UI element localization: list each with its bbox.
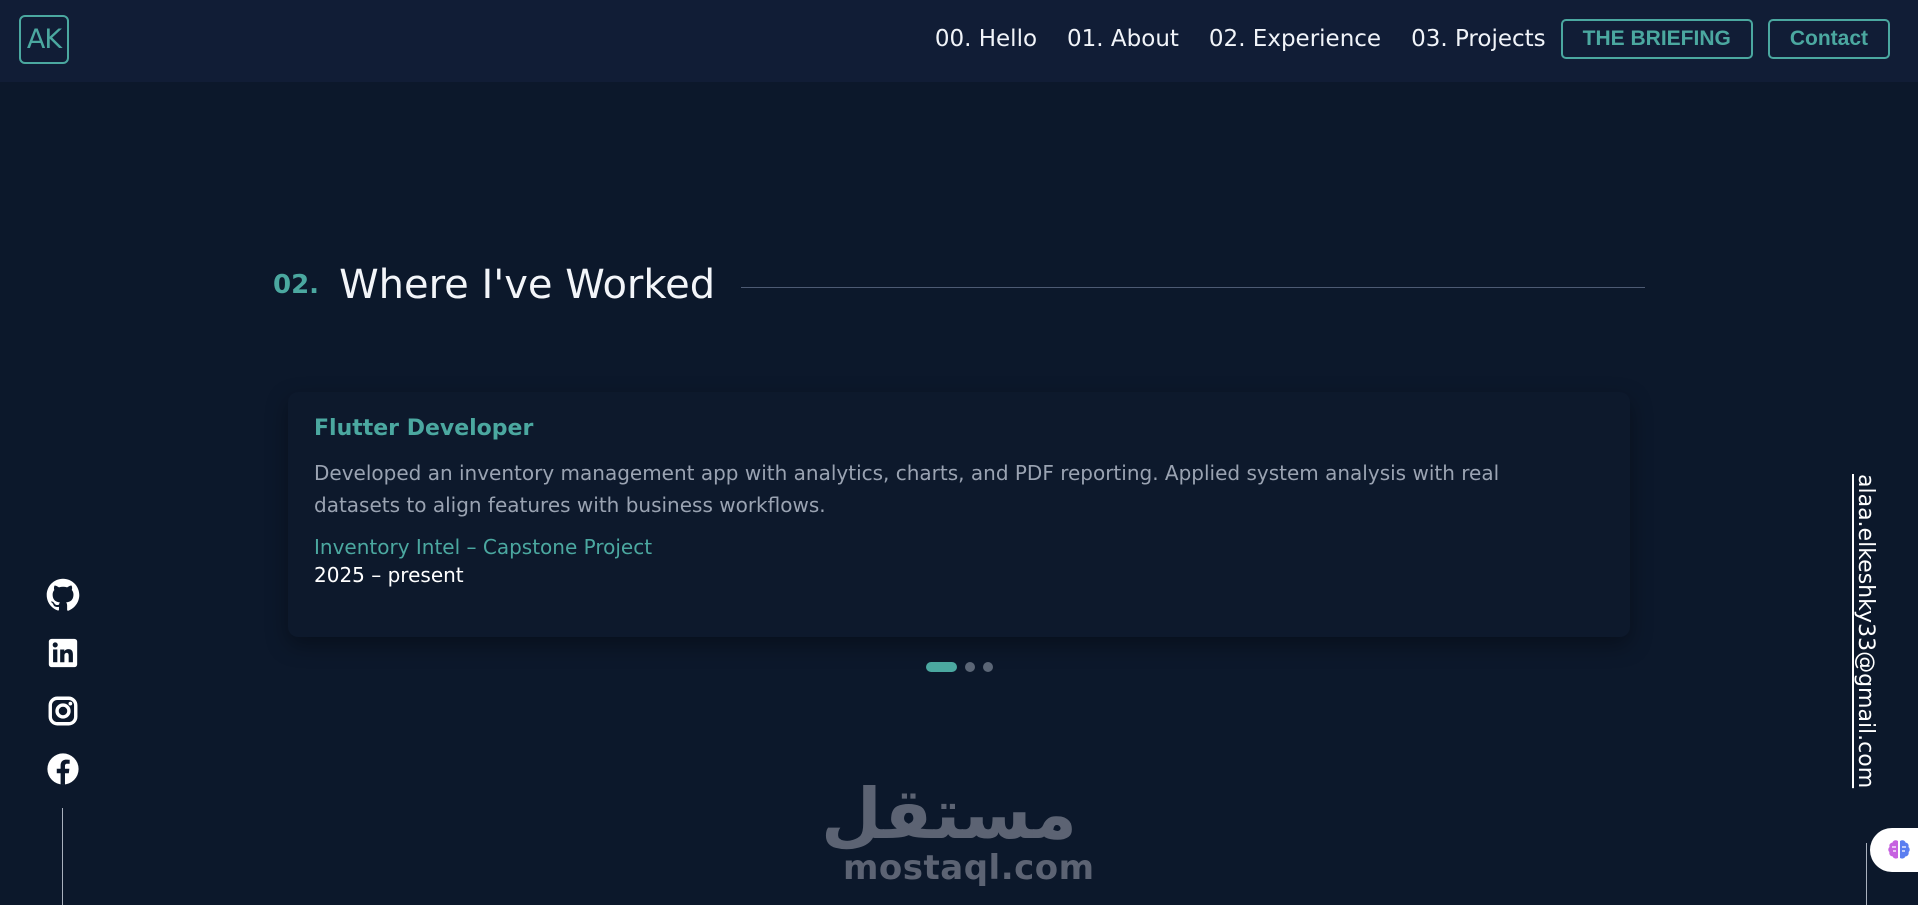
site-header: AK 00. Hello 01. About 02. Experience 03… [0, 0, 1918, 82]
nav-link-about[interactable]: 01. About [1067, 26, 1179, 52]
watermark-arabic-text: مستقل [820, 773, 1077, 855]
email-vertical-line [1866, 843, 1867, 905]
job-company: Inventory Intel – Capstone Project [314, 535, 653, 559]
nav-link-experience[interactable]: 02. Experience [1209, 26, 1381, 52]
facebook-icon[interactable] [46, 752, 80, 786]
section-number: 02. [273, 270, 320, 300]
brain-icon [1888, 840, 1910, 859]
watermark-latin-text: mostaql.com [843, 848, 1095, 888]
email-link[interactable]: alaa.elkeshky33@gmail.com [1852, 474, 1878, 788]
section-title: Where I've Worked [339, 262, 716, 308]
section-divider [741, 286, 1645, 288]
job-description: Developed an inventory management app wi… [314, 461, 1500, 517]
mostaql-watermark: مستقل mostaql.com [820, 773, 1095, 888]
logo[interactable]: AK [19, 15, 69, 64]
briefing-button[interactable]: THE BRIEFING [1560, 19, 1753, 59]
social-links [46, 578, 80, 810]
assistant-button[interactable] [1870, 828, 1918, 872]
section-heading: 02. Where I've Worked [273, 255, 1645, 315]
social-vertical-line [62, 808, 63, 905]
carousel-dots [926, 662, 1001, 672]
github-icon[interactable] [46, 578, 80, 612]
main-nav: 00. Hello 01. About 02. Experience 03. P… [935, 19, 1890, 59]
carousel-dot-3[interactable] [983, 662, 993, 672]
job-dates: 2025 – present [314, 563, 464, 587]
nav-link-projects[interactable]: 03. Projects [1411, 26, 1546, 52]
contact-button[interactable]: Contact [1767, 19, 1890, 59]
carousel-dot-2[interactable] [965, 662, 975, 672]
carousel-dot-1[interactable] [926, 662, 957, 672]
nav-link-hello[interactable]: 00. Hello [935, 26, 1037, 52]
experience-card: Flutter Developer Developed an inventory… [288, 392, 1630, 637]
linkedin-icon[interactable] [46, 636, 80, 670]
job-title: Flutter Developer [314, 416, 534, 441]
instagram-icon[interactable] [46, 694, 80, 728]
